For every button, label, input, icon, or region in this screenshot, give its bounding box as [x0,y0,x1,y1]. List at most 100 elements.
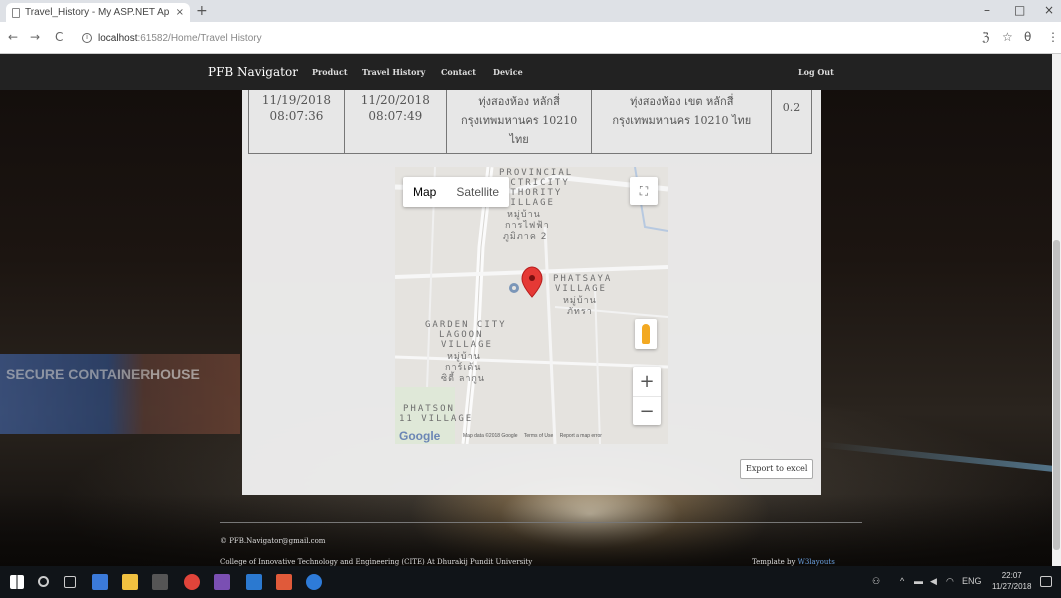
map-type-control: Map Satellite [403,177,510,207]
map-canvas[interactable] [395,167,668,444]
map-footer: Map data ©2018 Google Terms of Use Repor… [463,433,607,439]
street-view-pegman-icon[interactable] [635,319,657,349]
history-card: 11/19/2018 08:07:36 11/20/2018 08:07:49 … [242,90,821,495]
table-row: 11/19/2018 08:07:36 11/20/2018 08:07:49 … [248,90,812,154]
start-address-line: กรุงเทพมหานคร 10210 [461,114,578,127]
address-bar[interactable]: i localhost:61582/Home/Travel History [82,29,962,47]
reload-icon[interactable]: C [55,30,63,44]
visual-studio-icon[interactable] [214,574,230,590]
tray-network-icon[interactable]: ◠ [946,576,954,587]
zoom-in-button[interactable]: + [633,367,661,396]
back-icon[interactable]: ← [8,30,18,44]
browser-tab[interactable]: Travel_History - My ASP.NET Ap × [6,3,190,22]
profile-icon[interactable]: θ [1024,30,1031,44]
zoom-control: + − [633,367,661,425]
map-label: หมู่บ้าน [563,296,597,306]
tab-title: Travel_History - My ASP.NET Ap [25,7,170,18]
map-label: PROVINCIAL [499,168,574,178]
map-type-map-button[interactable]: Map [403,177,446,207]
template-prefix: Template by [752,558,796,566]
extensions-icon[interactable]: ℨ [982,30,989,44]
info-icon[interactable]: i [82,33,92,43]
report-map-error-link[interactable]: Report a map error [560,433,602,439]
terms-of-use-link[interactable]: Terms of Use [524,433,553,439]
footer-template-credit: Template by W3layouts [752,558,835,566]
notifications-icon[interactable] [1040,576,1052,587]
google-map[interactable]: PROVINCIAL ECTRICITY ITHORITY VILLAGE หม… [395,167,668,444]
template-author-link[interactable]: W3layouts [798,558,835,566]
map-label: หมู่บ้าน [507,210,541,220]
nav-product[interactable]: Product [312,67,348,77]
browser-tab-strip: Travel_History - My ASP.NET Ap × + – □ × [0,0,1061,22]
nav-travel-history[interactable]: Travel History [362,67,425,77]
app-circle-icon[interactable] [306,574,322,590]
map-label: VILLAGE [503,198,555,208]
new-tab-button[interactable]: + [196,3,208,19]
taskbar-clock[interactable]: 22:07 11/27/2018 [992,570,1031,592]
tray-battery-icon[interactable]: ▬ [914,576,923,586]
map-label: LAGOON [439,330,484,340]
fullscreen-icon[interactable]: ⛶ [630,177,658,205]
map-label: VILLAGE [441,340,493,350]
app-blue-2-icon[interactable] [246,574,262,590]
background-ground [0,494,1061,566]
bookmark-star-icon[interactable]: ☆ [1002,30,1013,44]
window-maximize-button[interactable]: □ [1014,3,1025,17]
search-icon[interactable] [38,576,49,587]
tray-chevron-icon[interactable]: ^ [900,576,904,586]
map-label: GARDEN CITY [425,320,507,330]
start-time-cell: 11/19/2018 08:07:36 [248,90,345,154]
page-scrollbar[interactable] [1052,54,1061,566]
url-host: localhost [98,32,138,44]
start-windows-icon[interactable] [10,575,24,589]
url-path: :61582/Home/Travel History [137,32,262,44]
end-time: 08:07:49 [368,109,423,123]
windows-taskbar: ⚇ ^ ▬ ◀ ◠ ENG 22:07 11/27/2018 [0,566,1061,598]
end-date: 11/20/2018 [360,93,430,107]
map-label: PHATSON [403,404,455,414]
footer-divider [220,522,862,523]
browser-menu-icon[interactable]: ⋮ [1047,30,1059,44]
logout-link[interactable]: Log Out [798,67,834,77]
tray-people-icon[interactable]: ⚇ [872,576,880,587]
travel-history-table: 11/19/2018 08:07:36 11/20/2018 08:07:49 … [248,90,812,154]
window-minimize-button[interactable]: – [984,3,990,17]
map-type-satellite-button[interactable]: Satellite [446,177,509,207]
end-time-cell: 11/20/2018 08:07:49 [343,90,447,154]
map-label: หมู่บ้าน [447,352,481,362]
page-icon [12,7,20,18]
scrollbar-thumb[interactable] [1053,240,1060,550]
export-to-excel-button[interactable]: Export to excel [740,459,814,479]
map-label: ภูมิภาค 2 [503,232,548,242]
file-explorer-icon[interactable] [122,574,138,590]
app-gray-icon[interactable] [152,574,168,590]
end-address-line: กรุงเทพมหานคร 10210 ไทย [612,114,752,127]
end-address-line: ทุ่งสองห้อง เขต หลักสี่ [630,95,734,108]
app-orange-icon[interactable] [276,574,292,590]
map-label: 11 VILLAGE [399,414,474,424]
map-data-attribution: Map data ©2018 Google [463,433,518,439]
nav-device[interactable]: Device [493,67,523,77]
task-view-icon[interactable] [64,576,76,588]
map-label: ITHORITY [503,188,563,198]
brand-link[interactable]: PFB Navigator [208,65,298,79]
nav-contact[interactable]: Contact [441,67,476,77]
zoom-out-button[interactable]: − [633,396,661,425]
clock-time: 22:07 [1001,571,1022,580]
background-billboard: SECURE CONTAINER HOUSE [0,354,240,434]
top-navbar: PFB Navigator Product Travel History Con… [0,54,1052,90]
tray-volume-icon[interactable]: ◀ [930,576,937,587]
app-blue-icon[interactable] [92,574,108,590]
input-language[interactable]: ENG [962,576,982,586]
window-close-button[interactable]: × [1044,3,1054,17]
page-viewport: SECURE CONTAINER HOUSE PFB Navigator Pro… [0,54,1061,566]
chrome-icon[interactable] [184,574,200,590]
end-address-cell: ทุ่งสองห้อง เขต หลักสี่ กรุงเทพมหานคร 10… [591,90,773,154]
map-label: VILLAGE [555,284,607,294]
distance-cell: 0.2 [771,90,812,154]
map-label: การ์เด้น [445,363,482,373]
google-logo[interactable]: Google [399,429,440,443]
clock-date: 11/27/2018 [992,582,1032,591]
tab-close-icon[interactable]: × [176,7,184,18]
forward-icon[interactable]: → [30,30,40,44]
